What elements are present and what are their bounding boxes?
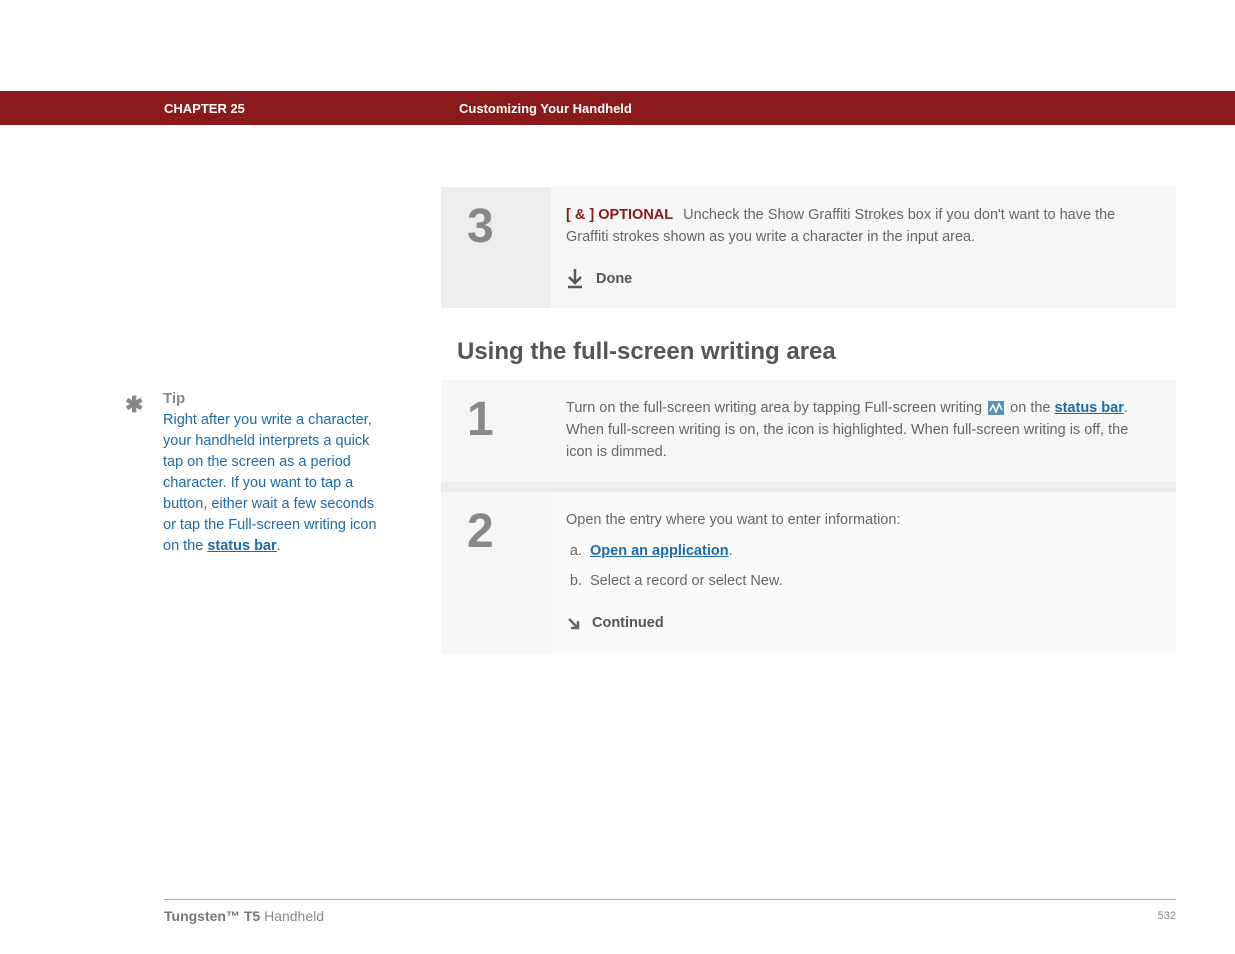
done-label: Done — [596, 269, 632, 291]
page-number: 532 — [1158, 910, 1176, 922]
status-bar-link-2[interactable]: status bar — [1055, 400, 1124, 416]
step-1-text-mid: on the — [1006, 400, 1054, 416]
sublist-item-a: Open an application. — [586, 541, 1156, 563]
tip-heading: Tip — [163, 390, 405, 407]
chapter-title: Customizing Your Handheld — [459, 101, 632, 116]
sublist-item-a-after: . — [729, 543, 733, 559]
step-3-number: 3 — [441, 187, 551, 308]
tip-text-before: Right after you write a character, your … — [163, 412, 377, 554]
chapter-header: CHAPTER 25 Customizing Your Handheld — [0, 91, 1235, 125]
done-indicator: Done — [566, 269, 1156, 291]
continued-label: Continued — [592, 613, 664, 635]
step-1-card: 1 Turn on the full-screen writing area b… — [441, 380, 1176, 481]
done-arrow-icon — [566, 269, 584, 289]
step-2-number: 2 — [441, 492, 551, 653]
step-2-card: 2 Open the entry where you want to enter… — [441, 492, 1176, 653]
sublist-item-b: Select a record or select New. — [586, 571, 1156, 593]
step-1-text-before: Turn on the full-screen writing area by … — [566, 400, 986, 416]
continued-arrow-icon — [566, 616, 582, 632]
tip-text-after: . — [277, 538, 281, 554]
step-2-body: Open the entry where you want to enter i… — [551, 492, 1176, 653]
step-divider — [441, 482, 1176, 492]
page-footer: Tungsten™ T5 Handheld 532 — [164, 899, 1176, 924]
step-3-card: 3 [ & ] OPTIONALUncheck the Show Graffit… — [441, 187, 1176, 308]
product-name-rest: Handheld — [260, 908, 324, 924]
tip-text: Right after you write a character, your … — [163, 410, 385, 557]
section-heading: Using the full-screen writing area — [457, 338, 1176, 366]
step-1-number: 1 — [441, 380, 551, 481]
asterisk-icon: ✱ — [125, 392, 143, 418]
tip-sidebar: ✱ Tip Right after you write a character,… — [125, 390, 405, 557]
step-1-body: Turn on the full-screen writing area by … — [551, 380, 1176, 481]
main-content: 3 [ & ] OPTIONALUncheck the Show Graffit… — [441, 187, 1176, 653]
step-group: 1 Turn on the full-screen writing area b… — [441, 380, 1176, 652]
step-2-intro: Open the entry where you want to enter i… — [566, 512, 901, 528]
status-bar-link[interactable]: status bar — [207, 538, 276, 554]
step-3-body: [ & ] OPTIONALUncheck the Show Graffiti … — [551, 187, 1176, 308]
product-name: Tungsten™ T5 Handheld — [164, 908, 324, 924]
open-application-link[interactable]: Open an application — [590, 543, 729, 559]
chapter-number: CHAPTER 25 — [164, 101, 245, 116]
fullscreen-writing-icon — [988, 401, 1004, 415]
product-name-bold: Tungsten™ T5 — [164, 908, 260, 924]
optional-label: [ & ] OPTIONAL — [566, 207, 673, 223]
continued-indicator: Continued — [566, 613, 1156, 635]
step-2-sublist: Open an application. Select a record or … — [586, 541, 1156, 593]
